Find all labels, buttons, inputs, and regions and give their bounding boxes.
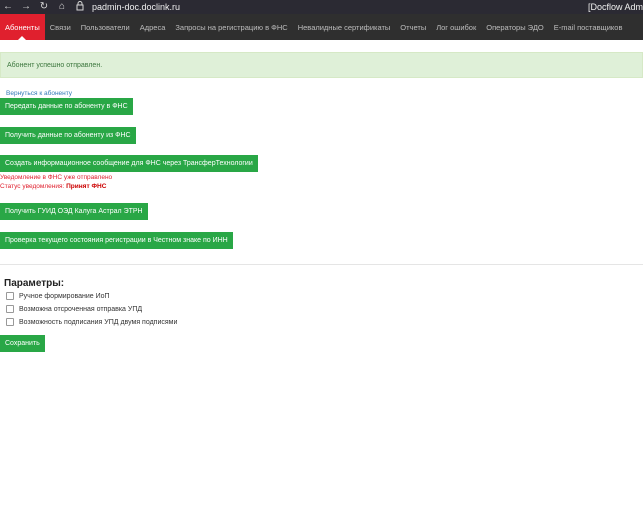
lock-icon — [74, 1, 86, 13]
nav-item-addresses[interactable]: Адреса — [135, 14, 171, 40]
option-label: Ручное формирование ИоП — [19, 292, 110, 300]
notice-status-value: Принят ФНС — [66, 183, 107, 190]
option-label: Возможна отсроченная отправка УПД — [19, 305, 143, 313]
nav-item-fns-requests[interactable]: Запросы на регистрацию в ФНС — [170, 14, 292, 40]
address-bar[interactable]: padmin-doc.doclink.ru — [92, 2, 180, 12]
create-fns-message-button[interactable]: Создать информационное сообщение для ФНС… — [0, 155, 258, 172]
forward-arrow-icon[interactable]: → — [20, 1, 32, 13]
nav-item-reports[interactable]: Отчеты — [395, 14, 431, 40]
params-title: Параметры: — [4, 278, 65, 289]
success-alert: Абонент успешно отправлен. — [0, 52, 643, 78]
section-divider — [0, 264, 643, 265]
browser-toolbar: ← → ↻ ⌂ padmin-doc.doclink.ru [Docflow A… — [0, 0, 643, 14]
checkbox[interactable] — [6, 318, 14, 326]
check-chestny-znak-button[interactable]: Проверка текущего состояния регистрации … — [0, 232, 233, 249]
checkbox[interactable] — [6, 292, 14, 300]
get-guid-button[interactable]: Получить ГУИД ОЭД Калуга Астрал ЭТРН — [0, 203, 148, 220]
reload-icon[interactable]: ↻ — [38, 1, 50, 13]
nav-item-edo-operators[interactable]: Операторы ЭДО — [481, 14, 548, 40]
send-to-fns-button[interactable]: Передать данные по абоненту в ФНС — [0, 98, 133, 115]
main-nav: Абоненты Связи Пользователи Адреса Запро… — [0, 14, 643, 40]
nav-item-supplier-emails[interactable]: E-mail поставщиков — [549, 14, 628, 40]
home-icon[interactable]: ⌂ — [56, 1, 68, 13]
nav-item-svyazi[interactable]: Связи — [45, 14, 76, 40]
notice-status: Статус уведомления: Принят ФНС — [0, 183, 106, 190]
back-to-abonent-link[interactable]: Вернуться к абоненту — [6, 90, 72, 97]
notice-sent-text: Уведомление в ФНС уже отправлено — [0, 174, 113, 181]
window-title: [Docflow Adm — [587, 2, 643, 12]
option-manual-iop: Ручное формирование ИоП — [6, 292, 110, 300]
option-label: Возможность подписания УПД двумя подпися… — [19, 318, 178, 326]
notice-status-label: Статус уведомления: — [0, 183, 65, 190]
nav-item-users[interactable]: Пользователи — [76, 14, 135, 40]
nav-item-abonenty[interactable]: Абоненты — [0, 14, 45, 40]
nav-item-invalid-certs[interactable]: Невалидные сертификаты — [293, 14, 396, 40]
nav-item-error-log[interactable]: Лог ошибок — [431, 14, 481, 40]
checkbox[interactable] — [6, 305, 14, 313]
back-arrow-icon[interactable]: ← — [2, 1, 14, 13]
get-from-fns-button[interactable]: Получить данные по абоненту из ФНС — [0, 127, 136, 144]
option-two-signatures: Возможность подписания УПД двумя подпися… — [6, 318, 177, 326]
option-deferred-upd: Возможна отсроченная отправка УПД — [6, 305, 142, 313]
save-button[interactable]: Сохранить — [0, 335, 45, 352]
